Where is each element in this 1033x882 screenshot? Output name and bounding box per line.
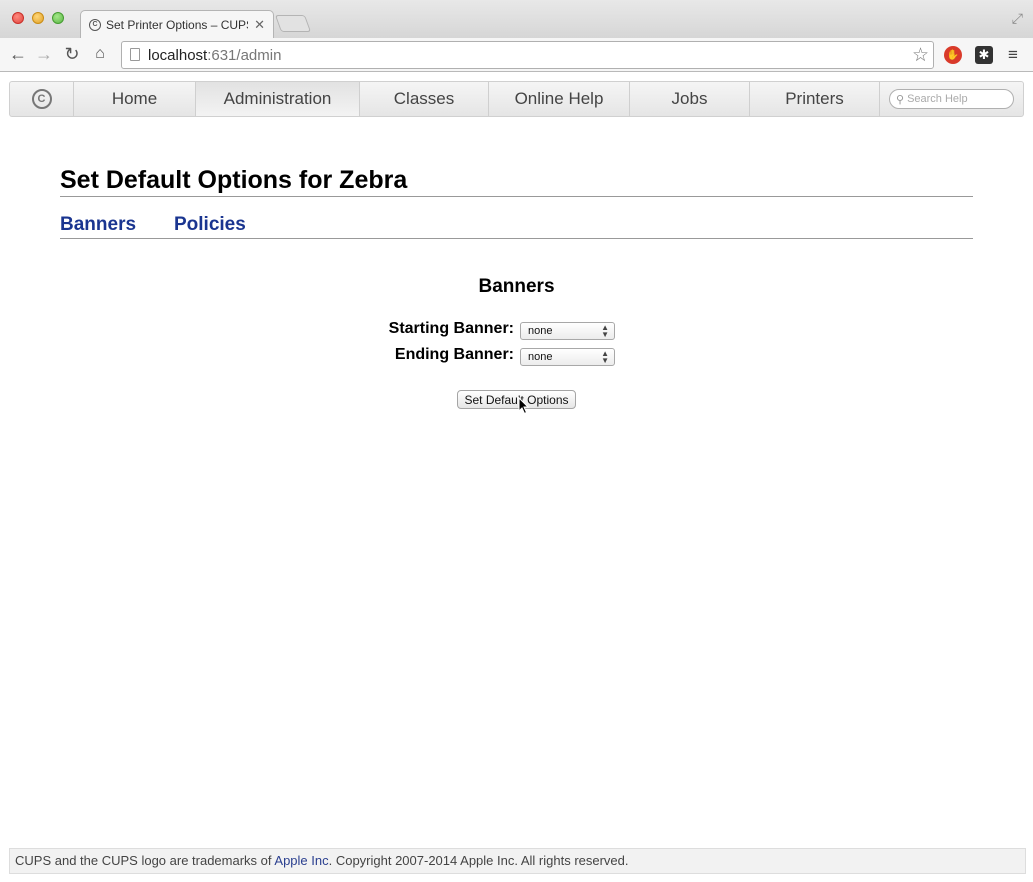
url-host: localhost [148, 47, 208, 64]
footer-text-before: CUPS and the CUPS logo are trademarks of [15, 853, 275, 868]
browser-toolbar: ← → ↻ ⌂ localhost:631/admin ☆ ✋ ✱ ≡ [0, 38, 1033, 72]
window-titlebar: C Set Printer Options – CUPS ✕ ⤢ [0, 0, 1033, 38]
nav-item-printers[interactable]: Printers [750, 82, 880, 116]
tab-close-icon[interactable]: ✕ [254, 17, 265, 33]
forward-arrow-icon[interactable]: → [34, 44, 54, 64]
fullscreen-icon[interactable]: ⤢ [1012, 10, 1023, 27]
footer: CUPS and the CUPS logo are trademarks of… [9, 848, 1026, 874]
cups-logo-icon: C [31, 89, 52, 109]
url-path: :631/admin [207, 47, 282, 64]
address-bar[interactable]: localhost:631/admin ☆ [121, 41, 934, 69]
starting-banner-select[interactable]: none ▲ ▼ [520, 322, 615, 340]
page-title: Set Default Options for Zebra [60, 166, 973, 197]
nav-item-classes[interactable]: Classes [360, 82, 489, 116]
tab-title: Set Printer Options – CUPS [106, 17, 249, 32]
ending-banner-select[interactable]: none ▲ ▼ [520, 348, 615, 366]
section-title: Banners [478, 276, 555, 297]
apple-inc-link[interactable]: Apple Inc [274, 853, 328, 868]
close-window-button[interactable] [12, 12, 24, 24]
select-arrows-icon: ▲ ▼ [601, 323, 609, 339]
url-text[interactable]: localhost:631/admin [148, 47, 281, 64]
back-arrow-icon[interactable]: ← [8, 44, 28, 64]
nav-item-home[interactable]: Home [74, 82, 196, 116]
search-container: ⚲ Search Help [880, 82, 1023, 116]
subtab-banners[interactable]: Banners [60, 214, 136, 236]
footer-text-after: . Copyright 2007-2014 Apple Inc. All rig… [328, 853, 629, 868]
select-arrows-icon: ▲ ▼ [601, 349, 609, 365]
extension-icon[interactable]: ✱ [975, 46, 993, 64]
cups-favicon-icon: C [89, 18, 101, 31]
nav-item-administration[interactable]: Administration [196, 82, 360, 116]
bookmark-star-icon[interactable]: ☆ [912, 44, 929, 67]
zoom-window-button[interactable] [52, 12, 64, 24]
subtabs: Banners Policies [60, 214, 973, 239]
browser-tab[interactable]: C Set Printer Options – CUPS ✕ [80, 10, 274, 38]
starting-banner-value: none [528, 325, 553, 337]
new-tab-button[interactable] [274, 15, 312, 32]
cups-navigation-bar: C Home Administration Classes Online Hel… [9, 81, 1024, 117]
search-icon: ⚲ [896, 93, 905, 106]
cups-logo-link[interactable]: C [10, 82, 74, 116]
ending-banner-value: none [528, 351, 553, 363]
nav-item-jobs[interactable]: Jobs [630, 82, 750, 116]
adblock-extension-icon[interactable]: ✋ [944, 46, 962, 64]
search-help-input[interactable]: ⚲ Search Help [889, 89, 1014, 109]
reload-icon[interactable]: ↻ [62, 44, 82, 64]
page-icon [130, 48, 140, 61]
set-default-options-button[interactable]: Set Default Options [457, 390, 576, 409]
minimize-window-button[interactable] [32, 12, 44, 24]
browser-menu-icon[interactable]: ≡ [1008, 46, 1018, 63]
ending-banner-label: Ending Banner: [394, 346, 514, 363]
home-icon[interactable]: ⌂ [90, 44, 110, 64]
starting-banner-label: Starting Banner: [388, 320, 514, 337]
search-placeholder: Search Help [907, 93, 968, 105]
subtab-policies[interactable]: Policies [174, 214, 246, 236]
mouse-cursor-icon [518, 397, 530, 415]
nav-item-online-help[interactable]: Online Help [489, 82, 630, 116]
